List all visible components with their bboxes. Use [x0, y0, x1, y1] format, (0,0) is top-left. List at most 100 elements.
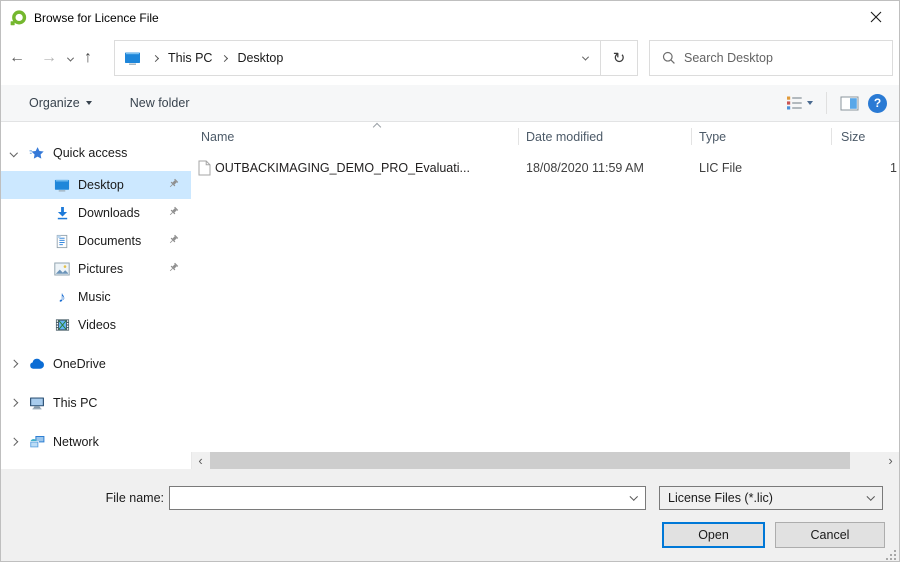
file-type-value: License Files (*.lic): [660, 491, 860, 505]
resize-grip-icon[interactable]: [886, 550, 896, 560]
toolbar-right-icons: ?: [783, 85, 887, 121]
file-name-label: File name:: [41, 491, 164, 505]
scroll-left-arrow[interactable]: ‹: [192, 452, 209, 469]
sidebar-item-label: OneDrive: [53, 357, 106, 371]
sort-ascending-icon: [373, 123, 381, 131]
caret-down-icon: [86, 101, 92, 105]
close-button[interactable]: [853, 1, 899, 32]
open-button[interactable]: Open: [662, 522, 765, 548]
column-header-type[interactable]: Type: [699, 122, 726, 151]
search-icon: [662, 51, 676, 65]
sidebar-item-network[interactable]: Network: [1, 428, 191, 456]
column-header-name[interactable]: Name: [201, 122, 234, 151]
tree-collapsed-icon[interactable]: [10, 399, 18, 407]
new-folder-button[interactable]: New folder: [120, 85, 200, 121]
sidebar-item-documents[interactable]: Documents: [1, 227, 191, 255]
browse-licence-dialog: Browse for Licence File ← → ↑ This PC De…: [0, 0, 900, 562]
this-pc-monitor-icon: [29, 396, 45, 410]
pin-icon: [167, 234, 179, 249]
file-size-cell: 1: [831, 156, 897, 180]
sidebar-item-music[interactable]: ♪ Music: [1, 283, 191, 311]
network-computers-icon: [29, 435, 45, 449]
forward-button[interactable]: →: [33, 50, 65, 66]
sidebar-item-videos[interactable]: Videos: [1, 311, 191, 339]
quick-access-star-icon: [29, 146, 45, 161]
sidebar-item-label: Videos: [78, 318, 116, 332]
help-button[interactable]: ?: [868, 94, 887, 113]
sidebar-item-downloads[interactable]: Downloads: [1, 199, 191, 227]
navigation-sidebar: Quick access Desktop Downloads: [1, 122, 191, 469]
file-name-dropdown-button[interactable]: [623, 487, 645, 509]
column-separator[interactable]: [691, 128, 692, 145]
scrollbar-track[interactable]: [209, 452, 882, 469]
breadcrumb-separator-icon: [152, 54, 159, 61]
pin-icon: [167, 206, 179, 221]
nav-arrows: ← → ↑: [1, 40, 100, 76]
sidebar-item-onedrive[interactable]: OneDrive: [1, 350, 191, 378]
sidebar-item-label: Music: [78, 290, 111, 304]
breadcrumb-this-pc[interactable]: This PC: [164, 51, 216, 65]
music-note-icon: ♪: [54, 290, 70, 305]
scroll-right-arrow[interactable]: ›: [882, 452, 899, 469]
search-input[interactable]: [684, 41, 892, 75]
file-type-dropdown-button[interactable]: [860, 487, 882, 509]
file-date-cell: 18/08/2020 11:59 AM: [526, 156, 686, 180]
file-list-pane: Name Date modified Type Size OUTBACKIMAG…: [191, 122, 899, 469]
videos-film-icon: [54, 318, 70, 332]
file-row[interactable]: OUTBACKIMAGING_DEMO_PRO_Evaluati... 18/0…: [191, 156, 899, 180]
sidebar-item-quick-access[interactable]: Quick access: [1, 139, 191, 167]
refresh-button[interactable]: ↻: [601, 41, 637, 75]
cancel-button[interactable]: Cancel: [775, 522, 885, 548]
navigation-bar: ← → ↑ This PC Desktop ↻: [1, 35, 899, 85]
change-view-button[interactable]: [783, 93, 816, 113]
file-type-select[interactable]: License Files (*.lic): [659, 486, 883, 510]
sidebar-item-label: Documents: [78, 234, 141, 248]
recent-locations-chevron[interactable]: [65, 50, 76, 66]
tree-expanded-icon[interactable]: [10, 149, 18, 157]
preview-pane-icon: [840, 96, 859, 111]
command-toolbar: Organize New folder: [1, 85, 899, 122]
documents-icon: [54, 234, 70, 249]
back-button[interactable]: ←: [1, 50, 33, 66]
address-bar[interactable]: This PC Desktop ↻: [114, 40, 638, 76]
address-dropdown-button[interactable]: [570, 41, 600, 75]
column-header-size[interactable]: Size: [841, 122, 865, 151]
breadcrumb-desktop[interactable]: Desktop: [233, 51, 287, 65]
file-name-combobox: [169, 486, 646, 510]
column-separator[interactable]: [518, 128, 519, 145]
column-header-date-modified[interactable]: Date modified: [526, 122, 603, 151]
app-logo-icon: [10, 10, 27, 27]
sidebar-item-this-pc[interactable]: This PC: [1, 389, 191, 417]
file-type-cell: LIC File: [699, 156, 819, 180]
tree-collapsed-icon[interactable]: [10, 360, 18, 368]
desktop-icon: [54, 178, 70, 193]
caret-down-icon: [807, 101, 813, 105]
file-name-input[interactable]: [170, 487, 623, 509]
column-separator[interactable]: [831, 128, 832, 145]
preview-pane-button[interactable]: [837, 94, 862, 113]
sidebar-item-label: Pictures: [78, 262, 123, 276]
horizontal-scrollbar[interactable]: ‹ ›: [191, 452, 899, 469]
sidebar-item-pictures[interactable]: Pictures: [1, 255, 191, 283]
organize-button[interactable]: Organize: [19, 85, 102, 121]
file-icon: [198, 160, 211, 179]
up-button[interactable]: ↑: [76, 50, 100, 66]
downloads-icon: [54, 206, 70, 221]
window-title: Browse for Licence File: [34, 11, 159, 25]
sidebar-item-label: This PC: [53, 396, 97, 410]
scrollbar-thumb[interactable]: [210, 452, 850, 469]
sidebar-item-label: Desktop: [78, 178, 124, 192]
chevron-down-icon: [867, 493, 875, 501]
title-bar: Browse for Licence File: [1, 1, 899, 35]
dialog-footer: File name: License Files (*.lic) Open Ca…: [1, 469, 899, 562]
file-name-cell: OUTBACKIMAGING_DEMO_PRO_Evaluati...: [215, 156, 515, 180]
breadcrumb-separator-icon: [221, 54, 228, 61]
sidebar-item-desktop[interactable]: Desktop: [1, 171, 191, 199]
desktop-location-icon: [124, 51, 141, 66]
chevron-down-icon: [630, 493, 638, 501]
search-box[interactable]: [649, 40, 893, 76]
list-view-icon: [786, 95, 803, 111]
close-icon: [870, 11, 882, 23]
new-folder-label: New folder: [130, 96, 190, 110]
tree-collapsed-icon[interactable]: [10, 438, 18, 446]
